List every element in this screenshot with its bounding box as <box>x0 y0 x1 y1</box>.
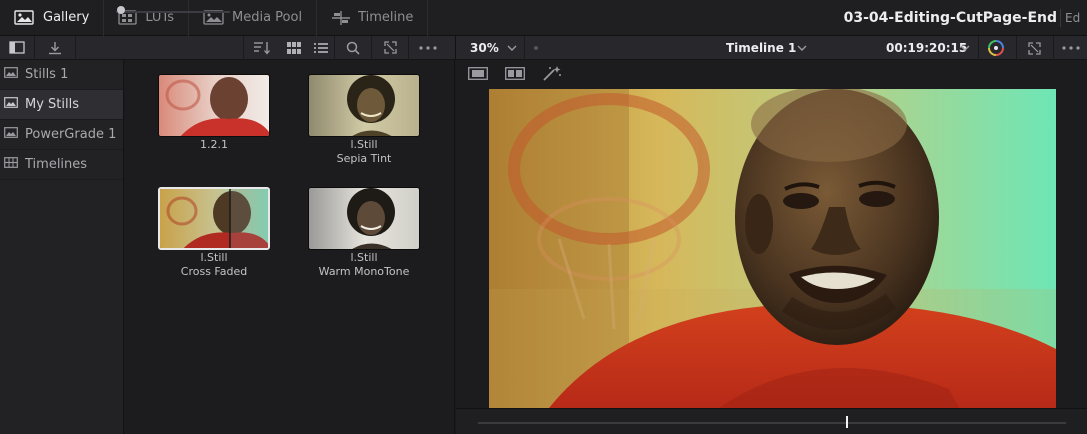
timecode[interactable]: 00:19:20:15 <box>886 36 967 60</box>
timelines-album-icon <box>4 157 18 172</box>
sidebar-item-my-stills[interactable]: My Stills <box>0 90 123 120</box>
still-thumbnail-cross-faded[interactable]: l.Still Cross Faded <box>157 187 271 278</box>
still-label: Cross Faded <box>180 265 248 278</box>
page-label-truncated[interactable]: Ed <box>1065 0 1087 36</box>
list-view-icon[interactable] <box>308 36 334 60</box>
sort-icon[interactable] <box>244 36 280 60</box>
viewer-toolbar: 30% Timeline 1 00:19:20:15 <box>455 36 1087 60</box>
sidebar-item-label: PowerGrade 1 <box>25 127 117 142</box>
tab-luts[interactable]: LUTs <box>104 0 189 36</box>
viewer-frame-image[interactable] <box>489 89 1056 408</box>
still-thumbnail-image <box>308 74 420 137</box>
zoom-level[interactable]: 30% <box>470 36 499 60</box>
more-options-icon[interactable] <box>409 36 447 60</box>
expand-icon[interactable] <box>372 36 408 60</box>
tab-label: Media Pool <box>232 10 303 25</box>
viewer <box>456 60 1087 434</box>
tab-timeline[interactable]: Timeline <box>317 0 429 36</box>
thumbnail-size-slider[interactable] <box>76 36 243 60</box>
sidebar-item-label: Stills 1 <box>25 67 69 82</box>
sidebar-item-powergrade-1[interactable]: PowerGrade 1 <box>0 120 123 150</box>
slider-knob[interactable] <box>117 6 125 14</box>
still-thumbnail-image <box>308 187 420 250</box>
still-label: Sepia Tint <box>336 152 392 165</box>
sidebar-item-stills-1[interactable]: Stills 1 <box>0 60 123 90</box>
search-icon[interactable] <box>335 36 371 60</box>
chevron-down-icon[interactable] <box>960 36 970 60</box>
single-view-icon[interactable] <box>468 67 488 83</box>
tab-label: Timeline <box>358 10 414 25</box>
project-title: 03-04-Editing-CutPage-End <box>843 10 1057 26</box>
scrubber-track <box>478 422 1066 424</box>
gallery-toolbar <box>0 35 455 60</box>
divider <box>1053 36 1054 60</box>
divider <box>978 36 979 60</box>
gallery-icon <box>14 9 36 26</box>
sidebar-item-label: Timelines <box>25 157 88 172</box>
import-icon[interactable] <box>35 36 75 60</box>
chevron-down-icon[interactable] <box>507 36 517 60</box>
stills-album-icon <box>4 97 18 112</box>
grid-view-icon[interactable] <box>280 36 308 60</box>
stills-grid: 1.2.1 l.Still Sepia Tint l.Still Cross F… <box>125 60 455 434</box>
color-wheel-icon[interactable] <box>987 36 1005 60</box>
viewer-tools <box>456 60 1087 89</box>
playhead[interactable] <box>846 416 849 428</box>
still-title: l.Still <box>200 251 228 264</box>
tab-media-pool[interactable]: Media Pool <box>189 0 318 36</box>
still-title: 1.2.1 <box>200 138 228 151</box>
viewer-scrubber[interactable] <box>456 408 1087 434</box>
divider <box>1016 36 1017 60</box>
stills-album-icon <box>4 67 18 82</box>
sidebar-toggle-icon[interactable] <box>0 36 34 60</box>
still-label: Warm MonoTone <box>318 265 410 278</box>
divider <box>1060 9 1061 27</box>
still-thumbnail-image <box>158 74 270 137</box>
sidebar-item-timelines[interactable]: Timelines <box>0 150 123 180</box>
timeline-icon <box>331 10 351 26</box>
tab-gallery[interactable]: Gallery <box>0 0 105 36</box>
still-title: l.Still <box>350 138 378 151</box>
timeline-name[interactable]: Timeline 1 <box>726 36 796 60</box>
chevron-down-icon[interactable] <box>797 36 807 60</box>
still-thumbnail-1-2-1[interactable]: 1.2.1 <box>157 74 271 152</box>
top-bar: Gallery LUTs Media Pool Timeline 03-04-E… <box>0 0 1087 36</box>
expand-icon[interactable] <box>1028 36 1041 60</box>
album-sidebar: Stills 1 My Stills PowerGrade 1 Timeline… <box>0 60 124 434</box>
magic-wand-icon[interactable] <box>542 65 562 85</box>
divider <box>524 36 525 60</box>
slider-track <box>116 11 230 13</box>
powergrade-icon <box>4 127 18 142</box>
still-thumbnail-image <box>158 187 270 250</box>
still-thumbnail-warm-monotone[interactable]: l.Still Warm MonoTone <box>307 187 421 278</box>
sidebar-item-label: My Stills <box>25 97 79 112</box>
still-title: l.Still <box>350 251 378 264</box>
status-dot-icon <box>534 46 538 50</box>
still-thumbnail-sepia-tint[interactable]: l.Still Sepia Tint <box>307 74 421 165</box>
split-view-icon[interactable] <box>505 67 525 83</box>
more-options-icon[interactable] <box>1062 36 1080 60</box>
tab-label: Gallery <box>43 10 90 25</box>
